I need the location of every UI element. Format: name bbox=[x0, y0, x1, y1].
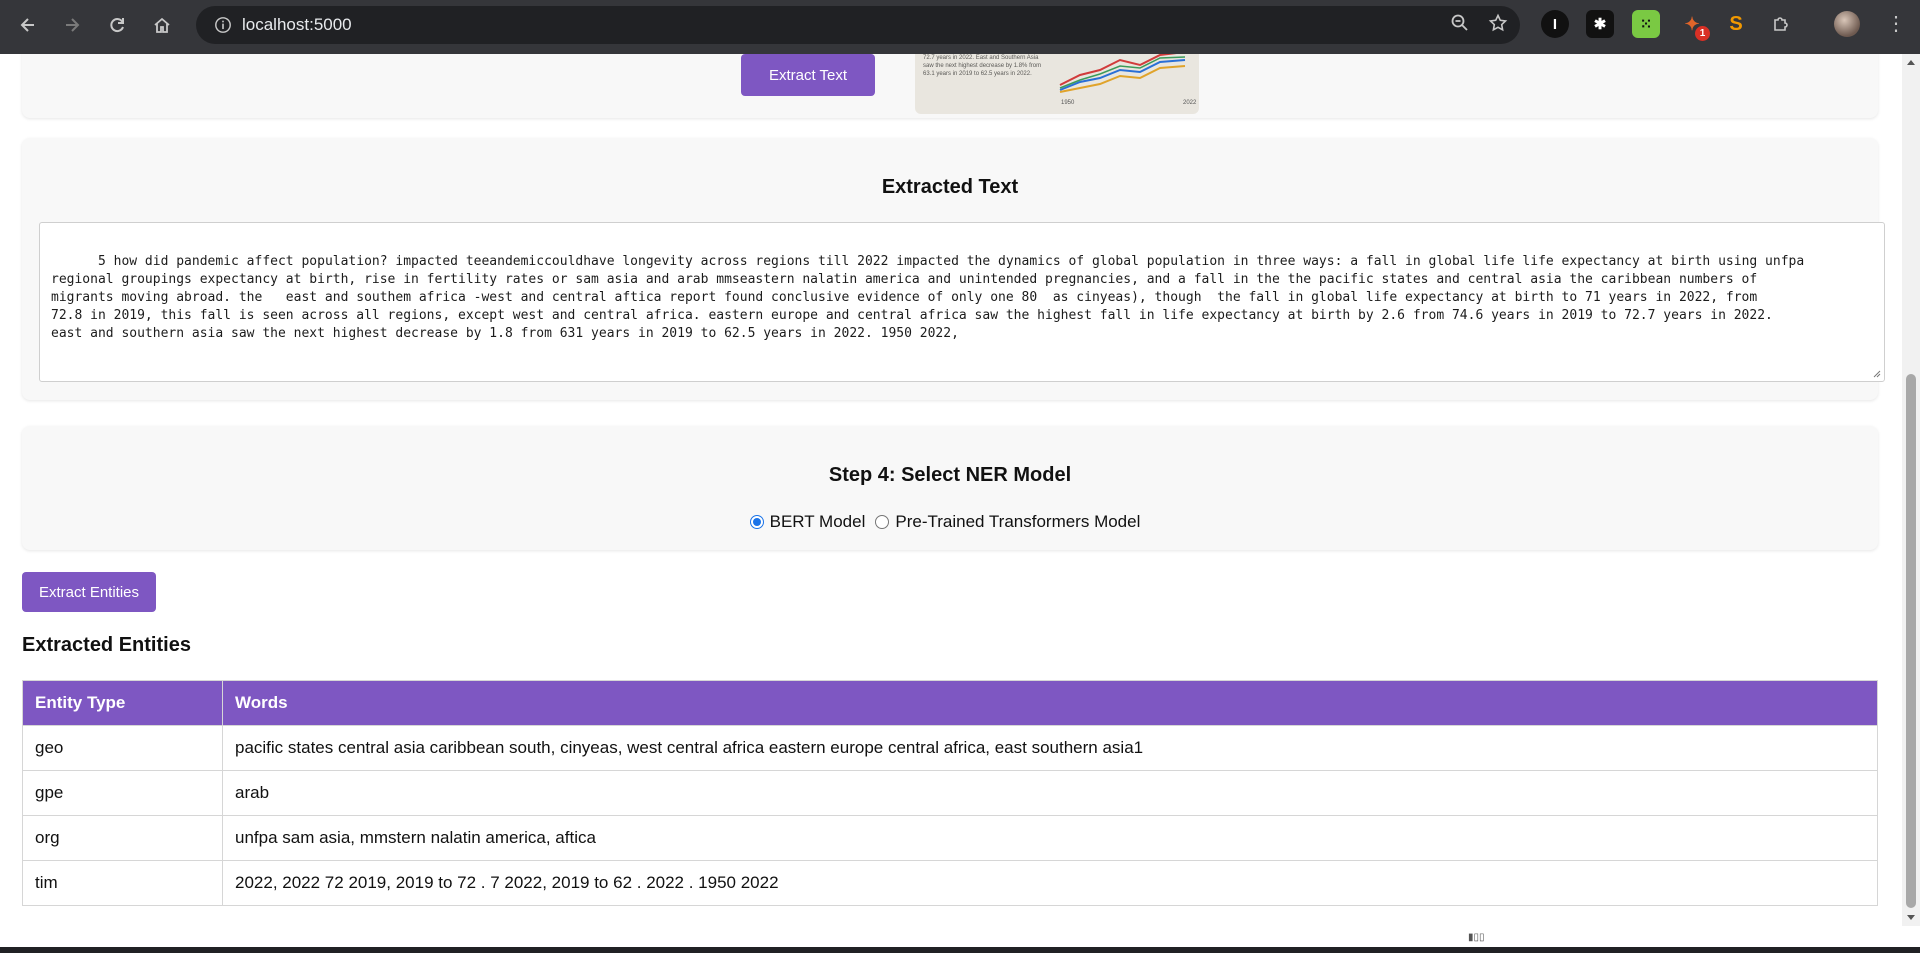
zoom-icon[interactable] bbox=[1450, 13, 1470, 38]
thumbnail-year-end: 2022 bbox=[1183, 100, 1197, 106]
extension-s-icon[interactable]: S bbox=[1722, 10, 1750, 38]
entity-type-cell: org bbox=[22, 815, 223, 861]
url-text[interactable]: localhost:5000 bbox=[242, 15, 352, 35]
extension-dice-icon[interactable]: ⁙ bbox=[1632, 10, 1660, 38]
address-bar[interactable]: localhost:5000 bbox=[196, 6, 1520, 44]
bookmark-star-icon[interactable] bbox=[1488, 13, 1508, 38]
table-row: org unfpa sam asia, mmstern nalatin amer… bbox=[22, 815, 1878, 861]
column-header-entity-type: Entity Type bbox=[22, 680, 223, 726]
page-content: Extract Text at birth by 2.6% from 74.6 … bbox=[0, 54, 1902, 926]
extract-text-button[interactable]: Extract Text bbox=[741, 54, 875, 96]
extension-asterisk-icon[interactable]: ✱ bbox=[1586, 10, 1614, 38]
extension-fox-icon[interactable]: ✦ 1 bbox=[1678, 10, 1710, 41]
scrollbar-thumb[interactable] bbox=[1906, 374, 1916, 908]
network-status-icon: ▮▯▯ bbox=[1468, 932, 1485, 943]
uploaded-image-thumbnail: at birth by 2.6% from 74.6 years in 2019… bbox=[915, 54, 1199, 114]
table-row: tim 2022, 2022 72 2019, 2019 to 72 . 7 2… bbox=[22, 860, 1878, 906]
resize-grip-icon[interactable] bbox=[1871, 368, 1881, 378]
transformers-model-radio[interactable] bbox=[875, 515, 890, 529]
browser-toolbar: localhost:5000 I ✱ ⁙ ✦ 1 S ⋮ bbox=[0, 0, 1920, 54]
ner-step-title: Step 4: Select NER Model bbox=[828, 464, 1072, 486]
kebab-menu-icon[interactable]: ⋮ bbox=[1886, 12, 1906, 36]
reload-icon bbox=[110, 18, 124, 33]
extracted-text-content: 5 how did pandemic affect population? im… bbox=[51, 254, 1805, 341]
home-icon bbox=[154, 17, 170, 33]
extensions-puzzle-icon[interactable] bbox=[1767, 10, 1795, 38]
profile-avatar[interactable] bbox=[1834, 11, 1860, 37]
entities-table: Entity Type Words geo pacific states cen… bbox=[22, 680, 1878, 906]
home-button[interactable] bbox=[140, 3, 184, 47]
extracted-entities-title: Extracted Entities bbox=[22, 634, 191, 656]
forward-button[interactable] bbox=[50, 3, 94, 47]
extension-badge: 1 bbox=[1695, 26, 1710, 41]
entity-type-cell: geo bbox=[22, 725, 223, 771]
entity-words-cell: pacific states central asia caribbean so… bbox=[222, 725, 1878, 771]
extracted-text-card: Extracted Text 5 how did pandemic affect… bbox=[22, 138, 1885, 400]
extension-i-icon[interactable]: I bbox=[1541, 10, 1569, 38]
thumbnail-caption: at birth by 2.6% from 74.6 years in 2019… bbox=[923, 55, 1042, 77]
taskbar-strip bbox=[0, 947, 1920, 953]
scroll-down-icon[interactable] bbox=[1907, 915, 1915, 920]
thumbnail-chart-icon bbox=[1059, 54, 1186, 93]
extracted-text-area[interactable]: 5 how did pandemic affect population? im… bbox=[39, 222, 1885, 382]
extracted-text-title: Extracted Text bbox=[881, 176, 1019, 198]
transformers-model-label[interactable]: Pre-Trained Transformers Model bbox=[895, 512, 1140, 532]
thumbnail-year-start: 1950 bbox=[1061, 100, 1075, 106]
ner-model-options: BERT Model Pre-Trained Transformers Mode… bbox=[22, 512, 1878, 532]
entity-type-cell: tim bbox=[22, 860, 223, 906]
table-row: gpe arab bbox=[22, 770, 1878, 816]
entity-words-cell: arab bbox=[222, 770, 1878, 816]
page-scrollbar[interactable] bbox=[1902, 54, 1920, 926]
reload-button[interactable] bbox=[95, 3, 139, 47]
column-header-words: Words bbox=[222, 680, 1878, 726]
scroll-up-icon[interactable] bbox=[1907, 60, 1915, 65]
bert-model-label[interactable]: BERT Model bbox=[770, 512, 866, 532]
extract-entities-button[interactable]: Extract Entities bbox=[22, 572, 156, 612]
bert-model-radio[interactable] bbox=[749, 515, 764, 529]
upload-card: Extract Text at birth by 2.6% from 74.6 … bbox=[22, 54, 1878, 118]
entity-type-cell: gpe bbox=[22, 770, 223, 816]
table-header-row: Entity Type Words bbox=[22, 680, 1878, 726]
entity-words-cell: 2022, 2022 72 2019, 2019 to 72 . 7 2022,… bbox=[222, 860, 1878, 906]
arrow-left-icon bbox=[20, 18, 34, 32]
site-info-icon[interactable] bbox=[204, 16, 242, 34]
back-button[interactable] bbox=[6, 3, 50, 47]
entity-words-cell: unfpa sam asia, mmstern nalatin america,… bbox=[222, 815, 1878, 861]
arrow-right-icon bbox=[66, 18, 80, 32]
table-row: geo pacific states central asia caribbea… bbox=[22, 725, 1878, 771]
ner-model-card: Step 4: Select NER Model BERT Model Pre-… bbox=[22, 426, 1878, 550]
